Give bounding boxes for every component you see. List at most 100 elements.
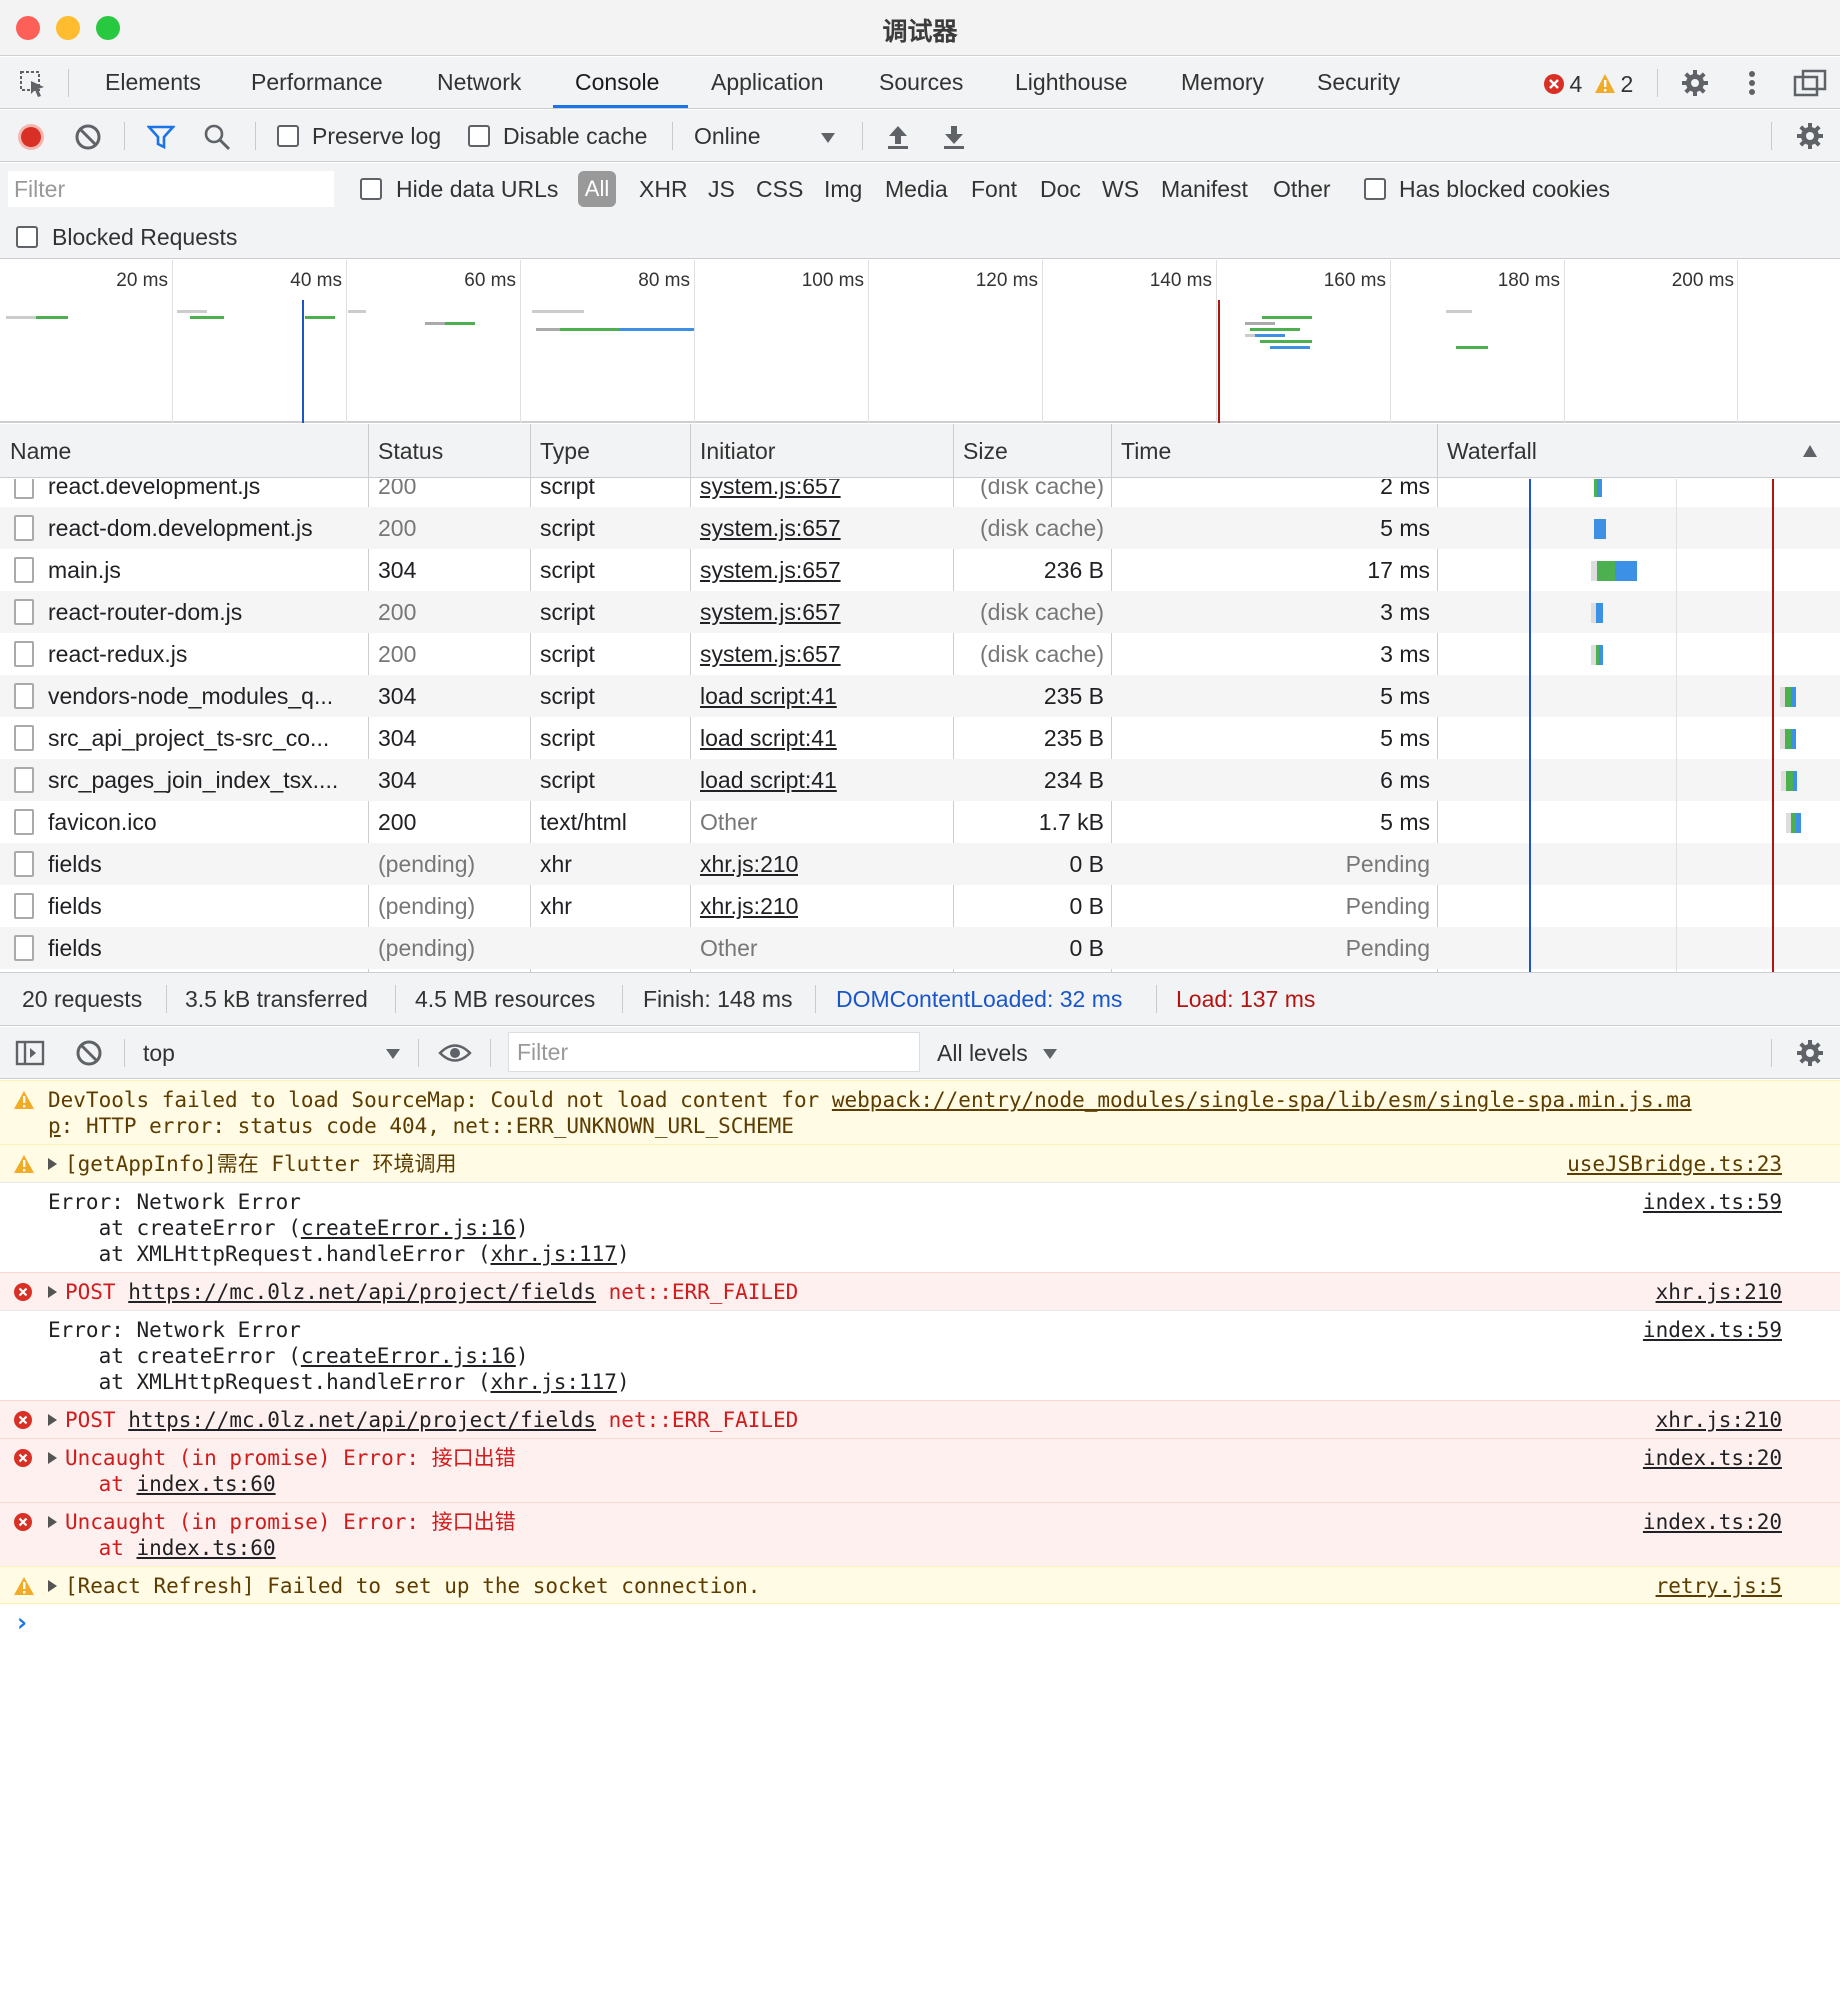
column-header-size[interactable]: Size	[963, 424, 1008, 478]
expand-arrow-icon[interactable]	[48, 1516, 57, 1528]
table-row[interactable]: react-dom.development.js 200 script syst…	[0, 507, 1840, 549]
tab-application[interactable]: Application	[711, 57, 824, 109]
console-message-log[interactable]: Error: Network Error at createError (cre…	[0, 1182, 1840, 1272]
table-row[interactable]: fields (pending) Other 0 B Pending	[0, 927, 1840, 969]
log-levels-select[interactable]: All levels	[937, 1027, 1028, 1079]
column-header-type[interactable]: Type	[540, 424, 590, 478]
tab-lighthouse[interactable]: Lighthouse	[1015, 57, 1128, 109]
undock-icon[interactable]	[1793, 69, 1827, 102]
tab-memory[interactable]: Memory	[1181, 57, 1264, 109]
tab-elements[interactable]: Elements	[105, 57, 201, 109]
console-message-error[interactable]: Uncaught (in promise) Error: 接口出错 at ind…	[0, 1502, 1840, 1566]
request-initiator-link[interactable]: load script:41	[700, 759, 837, 801]
sourcemap-link[interactable]: webpack://entry/node_modules/single-spa/…	[832, 1088, 1692, 1112]
console-message-warning[interactable]: [React Refresh] Failed to set up the soc…	[0, 1566, 1840, 1604]
warning-count-badge[interactable]: 2	[1594, 71, 1633, 98]
table-row[interactable]: react-router-dom.js 200 script system.js…	[0, 591, 1840, 633]
expand-arrow-icon[interactable]	[48, 1286, 57, 1298]
console-filter-input[interactable]: Filter	[508, 1032, 920, 1072]
type-filter-other[interactable]: Other	[1273, 173, 1331, 205]
request-initiator-link[interactable]: xhr.js:210	[700, 885, 798, 927]
network-overview[interactable]: 20 ms 40 ms 60 ms 80 ms 100 ms 120 ms 14…	[0, 260, 1840, 423]
disable-cache-checkbox[interactable]	[468, 125, 490, 147]
console-message-error[interactable]: POST https://mc.0lz.net/api/project/fiel…	[0, 1272, 1840, 1310]
sort-ascending-icon[interactable]	[1802, 444, 1818, 463]
filter-icon[interactable]	[146, 124, 176, 155]
table-row[interactable]: main.js 304 script system.js:657 236 B 1…	[0, 549, 1840, 591]
column-header-waterfall[interactable]: Waterfall	[1447, 424, 1537, 478]
stack-frame-link[interactable]: createError.js:16	[301, 1344, 516, 1368]
type-filter-manifest[interactable]: Manifest	[1161, 173, 1248, 205]
execution-context-select[interactable]: top	[143, 1027, 175, 1079]
error-count-badge[interactable]: 4	[1543, 71, 1582, 98]
table-row[interactable]: react-redux.js 200 script system.js:657 …	[0, 633, 1840, 675]
import-har-icon[interactable]	[885, 124, 911, 155]
tab-console[interactable]: Console	[575, 57, 659, 109]
stack-frame-link[interactable]: xhr.js:117	[491, 1370, 617, 1394]
request-initiator-link[interactable]: xhr.js:210	[700, 843, 798, 885]
request-url-link[interactable]: https://mc.0lz.net/api/project/fields	[128, 1280, 596, 1304]
console-message-error[interactable]: Uncaught (in promise) Error: 接口出错 at ind…	[0, 1438, 1840, 1502]
table-row[interactable]: fields (pending) xhr xhr.js:210 0 B Pend…	[0, 843, 1840, 885]
expand-arrow-icon[interactable]	[48, 1414, 57, 1426]
message-source-link[interactable]: index.ts:20	[1643, 1445, 1782, 1471]
type-filter-media[interactable]: Media	[885, 173, 948, 205]
message-source-link[interactable]: xhr.js:210	[1656, 1279, 1782, 1305]
clear-icon[interactable]	[75, 124, 101, 155]
request-initiator-link[interactable]: system.js:657	[700, 633, 841, 675]
hide-data-urls-checkbox[interactable]	[360, 178, 382, 200]
export-har-icon[interactable]	[941, 124, 967, 155]
live-expression-eye-icon[interactable]	[438, 1042, 472, 1069]
tab-security[interactable]: Security	[1317, 57, 1400, 109]
type-filter-all[interactable]: All	[578, 171, 616, 207]
clear-console-icon[interactable]	[76, 1040, 102, 1071]
show-sidebar-icon[interactable]	[15, 1040, 45, 1071]
message-source-link[interactable]: useJSBridge.ts:23	[1567, 1151, 1782, 1177]
table-row[interactable]: react.development.js 200 script system.j…	[0, 479, 1840, 507]
message-source-link[interactable]: retry.js:5	[1656, 1573, 1782, 1599]
console-settings-gear-icon[interactable]	[1795, 1038, 1825, 1073]
column-header-name[interactable]: Name	[10, 424, 71, 478]
throttling-select[interactable]: Online	[694, 110, 760, 162]
search-icon[interactable]	[203, 123, 231, 156]
request-initiator-link[interactable]: system.js:657	[700, 591, 841, 633]
stack-frame-link[interactable]: index.ts:60	[137, 1472, 276, 1496]
stack-frame-link[interactable]: index.ts:60	[137, 1536, 276, 1560]
message-source-link[interactable]: index.ts:59	[1643, 1317, 1782, 1343]
request-initiator-link[interactable]: load script:41	[700, 717, 837, 759]
blocked-requests-checkbox[interactable]	[16, 226, 38, 248]
request-url-link[interactable]: https://mc.0lz.net/api/project/fields	[128, 1408, 596, 1432]
stack-frame-link[interactable]: createError.js:16	[301, 1216, 516, 1240]
console-input[interactable]	[40, 1610, 1820, 1640]
request-initiator-link[interactable]: load script:41	[700, 675, 837, 717]
record-icon[interactable]	[17, 123, 45, 156]
network-settings-gear-icon[interactable]	[1795, 121, 1825, 156]
has-blocked-cookies-checkbox[interactable]	[1364, 178, 1386, 200]
type-filter-img[interactable]: Img	[824, 173, 862, 205]
tab-sources[interactable]: Sources	[879, 57, 963, 109]
console-prompt[interactable]: ›	[14, 1608, 30, 1638]
table-row[interactable]: src_pages_join_index_tsx.... 304 script …	[0, 759, 1840, 801]
network-filter-input[interactable]: Filter	[8, 171, 334, 207]
console-message-error[interactable]: POST https://mc.0lz.net/api/project/fiel…	[0, 1400, 1840, 1438]
column-header-time[interactable]: Time	[1121, 424, 1171, 478]
type-filter-js[interactable]: JS	[708, 173, 735, 205]
request-initiator-link[interactable]: system.js:657	[700, 479, 841, 507]
column-header-initiator[interactable]: Initiator	[700, 424, 775, 478]
preserve-log-checkbox[interactable]	[277, 125, 299, 147]
type-filter-css[interactable]: CSS	[756, 173, 803, 205]
table-row[interactable]: favicon.ico 200 text/html Other 1.7 kB 5…	[0, 801, 1840, 843]
tab-performance[interactable]: Performance	[251, 57, 383, 109]
request-initiator-link[interactable]: system.js:657	[700, 549, 841, 591]
message-source-link[interactable]: xhr.js:210	[1656, 1407, 1782, 1433]
request-initiator-link[interactable]: system.js:657	[700, 507, 841, 549]
message-source-link[interactable]: index.ts:59	[1643, 1189, 1782, 1215]
console-message-warning[interactable]: DevTools failed to load SourceMap: Could…	[0, 1080, 1840, 1144]
sourcemap-link-continued[interactable]: p	[48, 1114, 61, 1138]
table-row[interactable]: src_api_project_ts-src_co... 304 script …	[0, 717, 1840, 759]
expand-arrow-icon[interactable]	[48, 1580, 57, 1592]
table-row[interactable]: fields (pending) xhr xhr.js:210 0 B Pend…	[0, 885, 1840, 927]
stack-frame-link[interactable]: xhr.js:117	[491, 1242, 617, 1266]
more-options-icon[interactable]	[1745, 68, 1759, 103]
settings-gear-icon[interactable]	[1680, 68, 1710, 103]
